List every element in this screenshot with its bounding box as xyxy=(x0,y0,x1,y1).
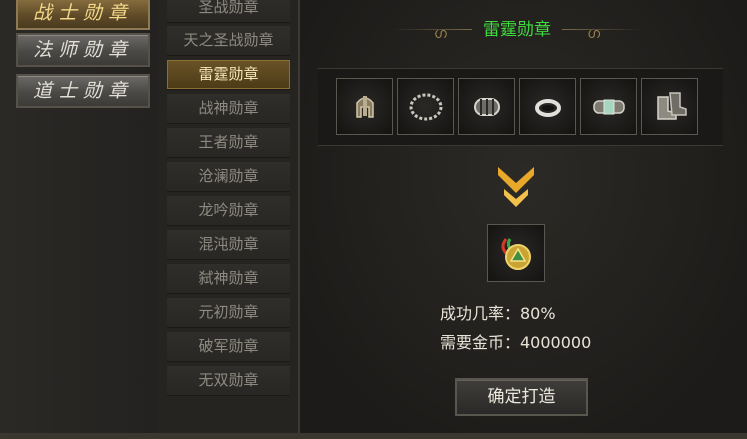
tab-warrior-medal[interactable]: 战士勋章 xyxy=(16,0,150,30)
result-medal-slot[interactable] xyxy=(487,224,545,282)
title-divider-left xyxy=(392,29,472,30)
medal-item-godslayer[interactable]: 弑神勋章 xyxy=(167,264,290,294)
helmet-icon xyxy=(356,96,374,118)
medal-item-holy-war[interactable]: 圣战勋章 xyxy=(167,0,290,23)
boots-icon xyxy=(657,92,687,120)
success-rate-text: 成功几率：80% xyxy=(440,304,556,323)
medal-item-king[interactable]: 王者勋章 xyxy=(167,128,290,158)
tab-taoist-medal[interactable]: 道士勋章 xyxy=(16,74,150,108)
tab-mage-medal[interactable]: 法师勋章 xyxy=(16,33,150,67)
medal-list: 圣战勋章 天之圣战勋章 雷霆勋章 战神勋章 王者勋章 沧澜勋章 龙吟勋章 混沌勋… xyxy=(157,0,300,439)
ornament-icon: ഗ xyxy=(587,26,600,42)
material-slot-necklace[interactable] xyxy=(397,78,454,135)
belt-icon xyxy=(593,99,625,115)
material-slot-ring[interactable] xyxy=(519,78,576,135)
medal-item-war-god[interactable]: 战神勋章 xyxy=(167,94,290,124)
medal-item-chaos[interactable]: 混沌勋章 xyxy=(167,230,290,260)
class-tab-panel: 战士勋章 法师勋章 道士勋章 xyxy=(0,0,159,439)
medal-item-heavenly-holy-war[interactable]: 天之圣战勋章 xyxy=(167,26,290,56)
material-slot-belt[interactable] xyxy=(580,78,637,135)
ring-icon xyxy=(535,99,561,117)
title-divider-right xyxy=(562,29,642,30)
material-slot-boots[interactable] xyxy=(641,78,698,135)
forge-panel xyxy=(300,0,747,439)
medal-item-genesis[interactable]: 元初勋章 xyxy=(167,298,290,328)
necklace-icon xyxy=(409,93,443,121)
forge-title: ഗ 雷霆勋章 ഗ xyxy=(392,16,642,44)
medal-item-thunder[interactable]: 雷霆勋章 xyxy=(167,60,290,90)
medal-item-pojun[interactable]: 破军勋章 xyxy=(167,332,290,362)
ornament-icon: ഗ xyxy=(434,26,447,42)
medal-item-wushuang[interactable]: 无双勋章 xyxy=(167,366,290,396)
gold-cost-text: 需要金币：4000000 xyxy=(440,333,592,352)
medal-item-dragon-chant[interactable]: 龙吟勋章 xyxy=(167,196,290,226)
medal-item-canglan[interactable]: 沧澜勋章 xyxy=(167,162,290,192)
medal-icon xyxy=(501,238,531,270)
confirm-forge-button[interactable]: 确定打造 xyxy=(455,378,588,416)
chevron-down-icon xyxy=(498,167,534,207)
bracelet-icon xyxy=(474,98,500,116)
bottom-border xyxy=(0,433,747,439)
material-slot-bracelet[interactable] xyxy=(458,78,515,135)
page-title: 雷霆勋章 xyxy=(483,20,551,40)
material-slot-helmet[interactable] xyxy=(336,78,393,135)
